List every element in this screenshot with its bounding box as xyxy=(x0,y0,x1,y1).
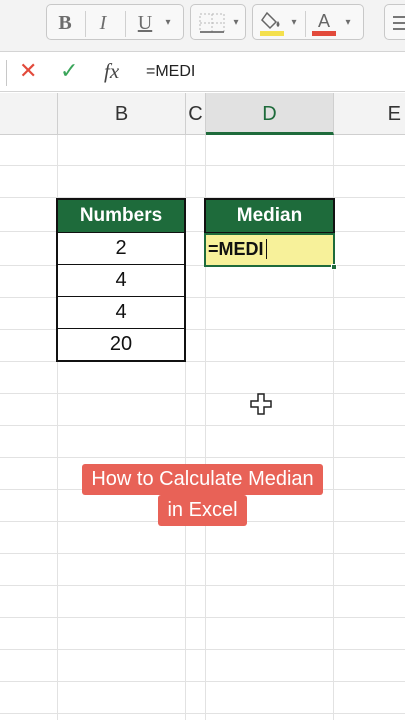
underline-button[interactable]: U xyxy=(133,11,157,35)
grid-row-line xyxy=(0,553,405,554)
median-header[interactable]: Median xyxy=(206,200,333,232)
column-header-d[interactable]: D xyxy=(206,93,334,135)
fill-color-dropdown-icon[interactable]: ▾ xyxy=(289,13,299,33)
column-header-b[interactable]: B xyxy=(58,93,186,135)
column-header-c[interactable]: C xyxy=(186,93,206,135)
color-group: ▾ A ▾ xyxy=(252,4,364,40)
formula-bar: ✕ ✓ fx =MEDI xyxy=(0,52,405,92)
numbers-cell[interactable]: 4 xyxy=(58,296,184,327)
cancel-icon[interactable]: ✕ xyxy=(19,59,37,84)
ribbon-separator xyxy=(85,11,86,37)
formula-input[interactable]: =MEDI xyxy=(146,63,195,81)
numbers-cell[interactable]: 4 xyxy=(58,264,184,295)
grid-row-line xyxy=(0,393,405,394)
grid-row-line xyxy=(0,585,405,586)
ribbon: B I U ▾ ▾ ▾ A ▾ xyxy=(0,0,405,52)
caption-line-1: How to Calculate Median xyxy=(0,464,405,495)
grid-row-line xyxy=(0,713,405,714)
enter-icon[interactable]: ✓ xyxy=(60,59,78,84)
caption-line-2: in Excel xyxy=(0,495,405,526)
grid-row-line xyxy=(0,425,405,426)
median-input-cell[interactable]: =MEDI xyxy=(204,233,335,267)
formula-bar-separator xyxy=(6,60,7,86)
svg-text:A: A xyxy=(318,11,330,31)
text-cursor xyxy=(265,238,268,259)
grid-row-line xyxy=(0,617,405,618)
bold-button[interactable]: B xyxy=(53,11,77,35)
ribbon-separator xyxy=(305,11,306,37)
numbers-table: Numbers 2 4 4 20 xyxy=(56,198,186,362)
grid-row-line xyxy=(0,457,405,458)
numbers-header[interactable]: Numbers xyxy=(58,200,184,232)
grid-row-line xyxy=(0,165,405,166)
caption-subtitle: in Excel xyxy=(158,495,247,526)
column-header-e[interactable]: E xyxy=(334,93,405,135)
align-icon[interactable] xyxy=(393,15,405,31)
font-color-icon[interactable]: A xyxy=(311,9,337,37)
ribbon-separator xyxy=(125,11,126,37)
font-color-dropdown-icon[interactable]: ▾ xyxy=(343,13,353,33)
column-headers: B C D E xyxy=(0,93,405,135)
caption-title: How to Calculate Median xyxy=(82,464,323,495)
borders-icon[interactable] xyxy=(199,13,225,33)
median-table: Median xyxy=(204,198,335,234)
median-input-text: =MEDI xyxy=(208,239,264,259)
move-cursor-icon xyxy=(250,393,272,415)
insert-function-icon[interactable]: fx xyxy=(104,59,119,84)
borders-dropdown-icon[interactable]: ▾ xyxy=(231,13,241,33)
italic-button[interactable]: I xyxy=(91,11,115,35)
grid-row-line xyxy=(0,649,405,650)
numbers-cell[interactable]: 20 xyxy=(58,328,184,359)
grid-row-line xyxy=(0,681,405,682)
borders-group: ▾ xyxy=(190,4,246,40)
column-header-a[interactable] xyxy=(0,93,58,135)
fill-handle[interactable] xyxy=(331,264,337,270)
fill-color-icon[interactable] xyxy=(259,9,285,37)
font-style-group: B I U ▾ xyxy=(46,4,184,40)
numbers-cell[interactable]: 2 xyxy=(58,232,184,263)
alignment-group xyxy=(384,4,405,40)
underline-dropdown-icon[interactable]: ▾ xyxy=(163,13,173,33)
